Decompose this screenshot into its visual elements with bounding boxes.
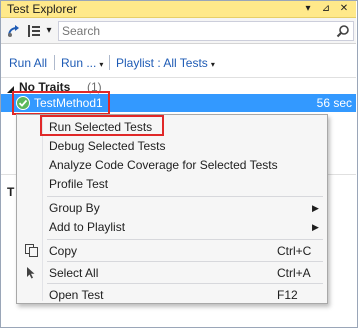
search-input[interactable]: [62, 24, 330, 38]
title-bar: Test Explorer ▾ ⊿ ✕: [1, 1, 356, 18]
passed-check-icon: [16, 96, 30, 110]
playlist-dropdown[interactable]: Playlist : All Tests ▾: [116, 56, 215, 70]
menu-item-shortcut: F12: [277, 288, 298, 302]
detail-panel-title: T: [7, 185, 15, 199]
action-separator: [109, 55, 110, 70]
run-dropdown[interactable]: Run ... ▾: [61, 56, 103, 70]
group-header[interactable]: No Traits (1): [1, 79, 356, 95]
action-separator: [54, 55, 55, 70]
chevron-down-icon: ▾: [210, 60, 215, 69]
menu-item-label: Debug Selected Tests: [49, 139, 166, 153]
menu-item-label: Select All: [49, 266, 99, 280]
menu-separator: [47, 239, 323, 240]
menu-item-label: Profile Test: [49, 177, 109, 191]
run-all-icon[interactable]: [6, 23, 22, 39]
select-all-icon: [24, 265, 39, 280]
menu-item-label: Analyze Code Coverage for Selected Tests: [49, 158, 278, 172]
menu-item-run-selected-tests[interactable]: Run Selected Tests: [19, 117, 325, 136]
menu-item-label: Copy: [49, 244, 78, 258]
menu-item-group-by[interactable]: Group By ▶: [19, 198, 325, 217]
menu-item-select-all[interactable]: Select All Ctrl+A: [19, 263, 325, 282]
chevron-down-icon: ▾: [99, 60, 104, 69]
menu-item-label: Add to Playlist: [49, 220, 126, 234]
test-name: TestMethod1: [34, 96, 103, 110]
run-all-link[interactable]: Run All: [9, 56, 47, 70]
menu-separator: [47, 196, 323, 197]
menu-item-label: Open Test: [49, 288, 104, 302]
menu-item-copy[interactable]: Copy Ctrl+C: [19, 241, 325, 260]
pin-button[interactable]: ⊿: [319, 1, 333, 17]
menu-item-open-test[interactable]: Open Test F12: [19, 285, 325, 304]
test-row[interactable]: TestMethod1 56 sec: [1, 94, 356, 112]
menu-item-label: Group By: [49, 201, 100, 215]
group-count: (1): [87, 80, 102, 94]
test-duration: 56 sec: [316, 96, 352, 110]
menu-item-debug-selected-tests[interactable]: Debug Selected Tests: [19, 136, 325, 155]
menu-item-shortcut: Ctrl+C: [277, 244, 312, 258]
menu-separator: [47, 261, 323, 262]
menu-separator: [47, 283, 323, 284]
menu-item-label: Run Selected Tests: [49, 120, 153, 134]
submenu-arrow-icon: ▶: [312, 222, 319, 232]
context-menu: Run Selected Tests Debug Selected Tests …: [16, 114, 328, 304]
window-dropdown-button[interactable]: ▾: [301, 1, 315, 17]
action-bar: Run All Run ... ▾ Playlist : All Tests ▾: [1, 44, 356, 78]
copy-icon: [24, 243, 39, 258]
menu-item-profile-test[interactable]: Profile Test: [19, 174, 325, 193]
group-name: No Traits: [19, 80, 71, 94]
search-icon[interactable]: [336, 24, 350, 38]
search-box[interactable]: [58, 21, 354, 41]
window-title: Test Explorer: [7, 2, 78, 16]
toolbar: ▾: [1, 18, 356, 44]
submenu-arrow-icon: ▶: [312, 203, 319, 213]
close-button[interactable]: ✕: [337, 1, 351, 17]
group-by-dropdown-icon[interactable]: ▾: [42, 23, 56, 39]
menu-item-shortcut: Ctrl+A: [277, 266, 311, 280]
run-label: Run ...: [61, 56, 97, 70]
playlist-label: Playlist : All Tests: [116, 56, 208, 70]
menu-item-analyze-code-coverage[interactable]: Analyze Code Coverage for Selected Tests: [19, 155, 325, 174]
menu-item-add-to-playlist[interactable]: Add to Playlist ▶: [19, 217, 325, 236]
group-by-icon[interactable]: [26, 23, 42, 39]
